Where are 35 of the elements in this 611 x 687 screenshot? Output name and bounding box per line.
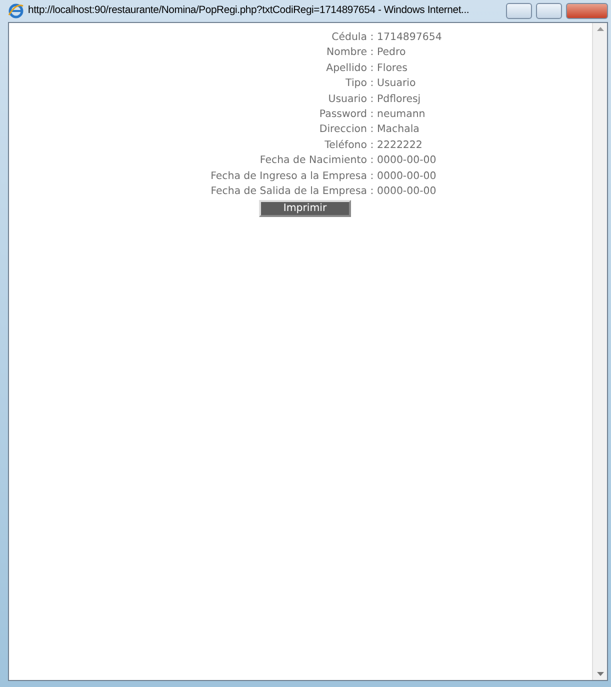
field-label: Password bbox=[318, 108, 367, 122]
field-value: 0000-00-00 bbox=[377, 154, 438, 168]
field-value: Pdfloresj bbox=[377, 92, 422, 107]
field-value: 0000-00-00 bbox=[377, 170, 438, 184]
separator-colon: : bbox=[369, 108, 375, 122]
field-value: 1714897654 bbox=[377, 31, 443, 45]
separator-colon: : bbox=[369, 46, 375, 60]
field-value: neumann bbox=[377, 108, 426, 122]
field-label: Teléfono bbox=[324, 138, 367, 153]
separator-colon: : bbox=[369, 77, 375, 92]
separator-colon: : bbox=[369, 154, 375, 168]
field-value: 2222222 bbox=[377, 138, 424, 153]
field-label: Tipo bbox=[344, 77, 367, 92]
separator-colon: : bbox=[369, 31, 375, 45]
field-label: Nombre bbox=[326, 46, 367, 60]
field-value: Pedro bbox=[377, 46, 407, 60]
separator-colon: : bbox=[369, 185, 375, 200]
window-title: http://localhost:90/restaurante/Nomina/PopRegi.php?txtCodiRegi=1714897654 - Windows Internet... bbox=[28, 4, 470, 18]
field-value: Machala bbox=[377, 123, 420, 138]
field-value: Usuario bbox=[377, 77, 417, 92]
separator-colon: : bbox=[369, 138, 375, 153]
separator-colon: : bbox=[369, 92, 375, 107]
field-label: Direccion bbox=[318, 123, 367, 138]
field-label: Cédula bbox=[330, 30, 367, 45]
separator-colon: : bbox=[369, 123, 375, 138]
field-label: Fecha de Ingreso a la Empresa bbox=[210, 170, 367, 184]
field-value: Flores bbox=[377, 62, 408, 76]
field-label: Fecha de Nacimiento bbox=[258, 154, 367, 168]
print-button[interactable]: Imprimir bbox=[259, 200, 351, 218]
field-label: Fecha de Salida de la Empresa bbox=[210, 185, 367, 200]
separator-colon: : bbox=[369, 62, 375, 76]
field-label: Apellido bbox=[325, 62, 367, 76]
field-label: Usuario bbox=[327, 92, 367, 107]
separator-colon: : bbox=[369, 170, 375, 184]
field-value: 0000-00-00 bbox=[377, 185, 438, 200]
